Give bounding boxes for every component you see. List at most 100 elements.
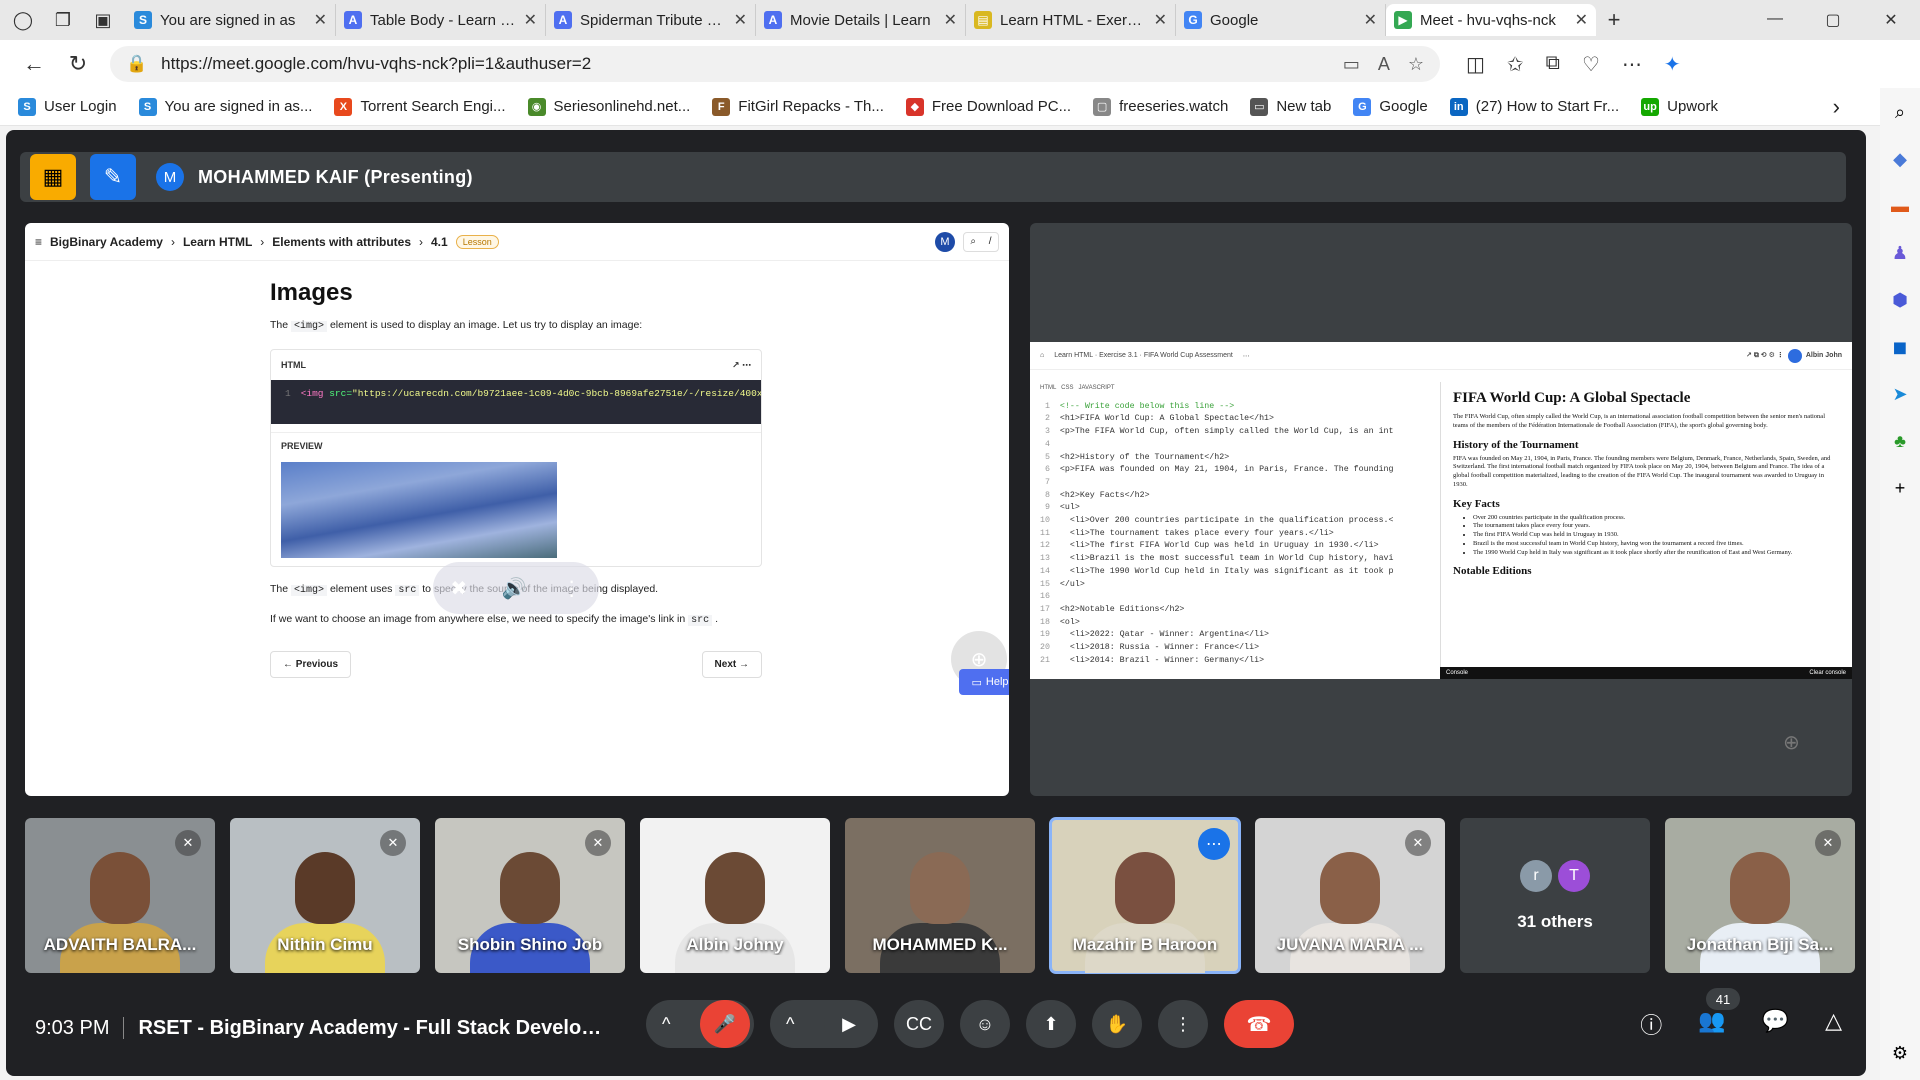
maximize-button[interactable]: ▢ xyxy=(1804,10,1862,30)
console-bar[interactable]: Console Clear console xyxy=(1440,667,1852,679)
bookmark-item[interactable]: ◆ Free Download PC... xyxy=(905,97,1071,116)
tag-icon[interactable]: ◆ xyxy=(1893,149,1907,170)
crumb-chapter[interactable]: Elements with attributes xyxy=(272,235,411,249)
raise-hand-icon[interactable]: ✋ xyxy=(1092,1000,1142,1048)
bookmark-item[interactable]: S User Login xyxy=(18,97,117,116)
participant-tile[interactable]: ✕ Jonathan Biji Sa... xyxy=(1665,818,1855,973)
home-icon[interactable]: ⌂ xyxy=(1040,352,1044,359)
settings-gear-icon[interactable]: ⚙ xyxy=(1892,1043,1908,1064)
close-tab-icon[interactable]: ✕ xyxy=(1154,10,1167,30)
more-options-icon[interactable]: ⋮ xyxy=(562,576,582,601)
split-screen-icon[interactable]: ◫ xyxy=(1466,52,1485,77)
code-area[interactable]: 1 <img src="https://ucarecdn.com/b9721aee… xyxy=(271,380,761,424)
browser-tab[interactable]: G Google ✕ xyxy=(1176,4,1386,36)
back-button[interactable]: ← xyxy=(12,51,56,77)
volume-icon[interactable]: 🔊 xyxy=(502,576,527,601)
present-screen-icon[interactable]: ⬆ xyxy=(1026,1000,1076,1048)
leave-call-button[interactable]: ☎ xyxy=(1224,1000,1294,1048)
bookmarks-overflow-icon[interactable]: › xyxy=(1833,94,1840,120)
bookmark-item[interactable]: S You are signed in as... xyxy=(138,97,312,116)
search-icon[interactable]: ⌕ xyxy=(1895,102,1905,123)
games-icon[interactable]: ♟ xyxy=(1892,243,1908,264)
collections-icon[interactable]: ⧉ xyxy=(1546,52,1560,77)
participant-tile[interactable]: ✕ ADVAITH BALRA... xyxy=(25,818,215,973)
camera-control[interactable]: ^ ▶ xyxy=(770,1000,878,1048)
exercise-code-editor[interactable]: HTML CSS JAVASCRIPT 1 <!-- Write code be… xyxy=(1040,382,1440,679)
send-icon[interactable]: ➤ xyxy=(1892,384,1907,405)
browser-essentials-icon[interactable]: ♡ xyxy=(1582,52,1600,77)
workspaces-icon[interactable]: ❐ xyxy=(46,3,80,37)
favorite-star-icon[interactable]: ☆ xyxy=(1408,54,1424,75)
minimize-button[interactable]: — xyxy=(1746,10,1804,30)
browser-tab[interactable]: A Table Body - Learn HTML ✕ xyxy=(336,4,546,36)
zoom-in-icon[interactable]: ⊕ xyxy=(1783,730,1800,755)
expand-icon[interactable]: ↗ xyxy=(732,360,740,370)
bookmark-item[interactable]: ▢ freeseries.watch xyxy=(1093,97,1228,116)
bookmark-item[interactable]: ▭ New tab xyxy=(1250,97,1331,116)
search-box[interactable]: ⌕ / xyxy=(963,231,999,252)
m365-icon[interactable]: ⬢ xyxy=(1892,290,1908,311)
bookmark-item[interactable]: G Google xyxy=(1353,97,1428,116)
tree-icon[interactable]: ♣ xyxy=(1894,431,1906,452)
camera-blocked-icon[interactable]: ▭ xyxy=(1343,54,1360,75)
people-icon[interactable]: 👥 xyxy=(1698,1008,1725,1040)
reload-button[interactable]: ↻ xyxy=(56,51,100,77)
editor-more-icon[interactable]: ⋯ xyxy=(742,360,751,370)
close-tab-icon[interactable]: ✕ xyxy=(944,10,957,30)
chat-icon[interactable]: 💬 xyxy=(1762,1008,1789,1040)
annotate-icon[interactable]: ✎ xyxy=(90,154,136,200)
participant-tile[interactable]: MOHAMMED K... xyxy=(845,818,1035,973)
browser-tab[interactable]: ▶ Meet - hvu-vqhs-nck ✕ xyxy=(1386,4,1596,36)
bookmark-item[interactable]: X Torrent Search Engi... xyxy=(334,97,506,116)
audio-options-chevron-icon[interactable]: ^ xyxy=(662,1014,670,1035)
user-avatar[interactable]: M xyxy=(935,231,955,252)
add-sidebar-icon[interactable]: + xyxy=(1895,478,1906,499)
editor-tabs[interactable]: HTML CSS JAVASCRIPT xyxy=(1040,382,1440,395)
tab-actions-icon[interactable]: ▣ xyxy=(86,3,120,37)
participant-tile[interactable]: ✕ JUVANA MARIA ... xyxy=(1255,818,1445,973)
next-button[interactable]: Next → xyxy=(701,651,762,678)
toolbox-icon[interactable]: ▬ xyxy=(1891,196,1909,217)
previous-button[interactable]: ← Previous xyxy=(270,651,352,678)
favorites-icon[interactable]: ✩ xyxy=(1507,52,1524,77)
more-options-icon[interactable]: ⋮ xyxy=(1158,1000,1208,1048)
browser-tab[interactable]: ▤ Learn HTML - Exercise ✕ xyxy=(966,4,1176,36)
participant-tile[interactable]: ✕ Nithin Cimu xyxy=(230,818,420,973)
new-tab-button[interactable]: + xyxy=(1596,7,1632,33)
close-tab-icon[interactable]: ✕ xyxy=(1575,10,1588,30)
menu-icon[interactable]: ≡ xyxy=(35,235,42,249)
emoji-icon[interactable]: ☺ xyxy=(960,1000,1010,1048)
more-menu-icon[interactable]: ⋯ xyxy=(1622,52,1642,77)
profile-icon[interactable]: ◯ xyxy=(6,3,40,37)
bookmark-item[interactable]: in (27) How to Start Fr... xyxy=(1449,97,1619,116)
participant-tile[interactable]: ⋯ Mazahir B Haroon xyxy=(1049,817,1241,974)
bookmark-item[interactable]: F FitGirl Repacks - Th... xyxy=(712,97,884,116)
mic-off-icon[interactable]: 🎤 xyxy=(700,1000,750,1048)
meeting-info-icon[interactable]: ⓘ xyxy=(1640,1008,1662,1040)
crumb-course[interactable]: Learn HTML xyxy=(183,235,252,249)
close-tab-icon[interactable]: ✕ xyxy=(524,10,537,30)
activities-icon[interactable]: △ xyxy=(1825,1008,1842,1040)
copilot-icon[interactable]: ✦ xyxy=(1664,52,1681,77)
browser-tab[interactable]: S You are signed in as ✕ xyxy=(126,4,336,36)
camera-icon[interactable]: ▶ xyxy=(824,1000,874,1048)
help-button[interactable]: ▭ Help xyxy=(959,669,1009,695)
url-field[interactable]: 🔒 https://meet.google.com/hvu-vqhs-nck?p… xyxy=(110,46,1440,82)
browser-tab[interactable]: A Spiderman Tribute Page ✕ xyxy=(546,4,756,36)
read-aloud-icon[interactable]: A xyxy=(1378,54,1390,75)
clear-console-button[interactable]: Clear console xyxy=(1809,670,1846,676)
crumb-academy[interactable]: BigBinary Academy xyxy=(50,235,163,249)
others-tile[interactable]: r T 31 others xyxy=(1460,818,1650,973)
more-options-icon[interactable]: ⋯ xyxy=(1198,828,1230,860)
user-name[interactable]: Albin John xyxy=(1806,352,1842,359)
close-window-button[interactable]: ✕ xyxy=(1862,10,1920,30)
close-tab-icon[interactable]: ✕ xyxy=(734,10,747,30)
outlook-icon[interactable]: ◼ xyxy=(1893,337,1908,358)
browser-tab[interactable]: A Movie Details | Learn ✕ xyxy=(756,4,966,36)
video-options-chevron-icon[interactable]: ^ xyxy=(786,1014,794,1035)
close-tab-icon[interactable]: ✕ xyxy=(1364,10,1377,30)
participant-tile[interactable]: Albin Johny xyxy=(640,818,830,973)
exercise-more-icon[interactable]: ⋯ xyxy=(1243,352,1250,360)
captions-icon[interactable]: CC xyxy=(894,1000,944,1048)
bookmark-item[interactable]: ◉ Seriesonlinehd.net... xyxy=(527,97,690,116)
